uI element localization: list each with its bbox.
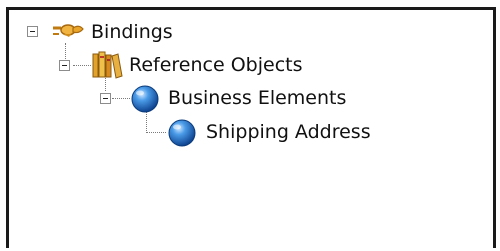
- tree-view: Bindings Reference Objects Business Elem…: [9, 10, 493, 248]
- tree-node-shipping-address[interactable]: Shipping Address: [9, 118, 389, 147]
- node-label[interactable]: Reference Objects: [129, 51, 303, 79]
- reference-objects-icon: [91, 51, 123, 83]
- tree-panel: Bindings Reference Objects Business Elem…: [6, 7, 496, 248]
- node-label[interactable]: Business Elements: [168, 84, 346, 112]
- node-label[interactable]: Shipping Address: [206, 118, 371, 146]
- collapse-toggle[interactable]: [100, 93, 111, 104]
- collapse-toggle[interactable]: [59, 60, 70, 71]
- tree-node-bindings[interactable]: Bindings: [9, 18, 309, 46]
- tree-node-business-elements[interactable]: Business Elements: [9, 84, 359, 113]
- tree-node-reference-objects[interactable]: Reference Objects: [9, 51, 339, 79]
- collapse-toggle[interactable]: [27, 26, 38, 37]
- globe-icon: [130, 84, 160, 118]
- node-label[interactable]: Bindings: [91, 18, 173, 46]
- bindings-icon: [51, 22, 85, 46]
- globe-icon: [167, 118, 197, 152]
